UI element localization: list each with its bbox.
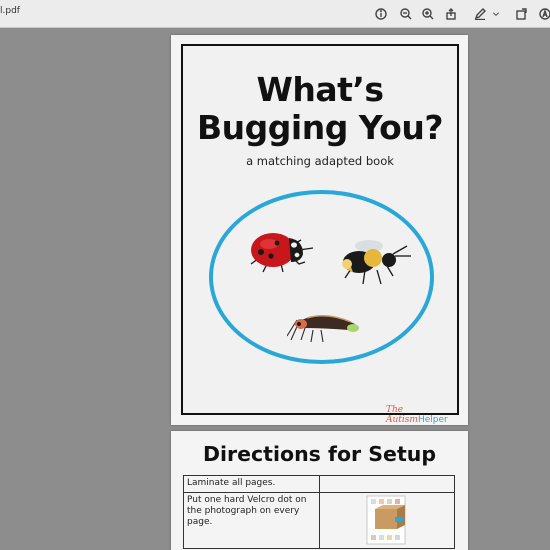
pdf-toolbar: l.pdf [0,0,550,28]
accessibility-icon[interactable] [537,6,550,22]
directions-table: Laminate all pages. Put one hard Velcro … [183,475,455,549]
share-icon[interactable] [443,6,459,22]
cover-frame: What’s Bugging You? a matching adapted b… [181,44,459,425]
firefly-image [287,315,359,343]
brand-part-2: Helper [417,415,448,425]
velcro-page-photo [366,495,406,545]
rotate-icon[interactable] [514,6,530,22]
zoom-in-icon[interactable] [420,6,436,22]
table-cell: Laminate all pages. [183,475,320,493]
chevron-down-icon[interactable] [491,6,501,22]
pdf-viewer[interactable]: What’s Bugging You? a matching adapted b… [0,29,550,550]
ladybug-image [250,233,314,273]
table-cell: Put one hard Velcro dot on the photograp… [183,492,320,549]
bumblebee-image [342,240,411,285]
title-line-1: What’s [256,70,384,109]
pdf-page-directions: Directions for Setup Laminate all pages.… [171,431,468,550]
document-filename: l.pdf [0,6,20,16]
brand-part-1: The Autism [386,405,418,425]
table-row: Laminate all pages. [183,475,455,493]
brand-logo: The AutismHelper [386,405,457,425]
zoom-out-icon[interactable] [398,6,414,22]
directions-title: Directions for Setup [202,442,437,466]
table-cell [319,475,455,493]
markup-icon[interactable] [472,6,488,22]
pdf-page-cover: What’s Bugging You? a matching adapted b… [171,35,468,425]
title-line-2: Bugging You? [197,108,443,147]
page-title: What’s Bugging You? [183,71,457,147]
table-row: Put one hard Velcro dot on the photograp… [183,492,455,549]
info-icon[interactable] [373,6,389,22]
subtitle: a matching adapted book [246,154,394,168]
table-cell [319,492,455,549]
